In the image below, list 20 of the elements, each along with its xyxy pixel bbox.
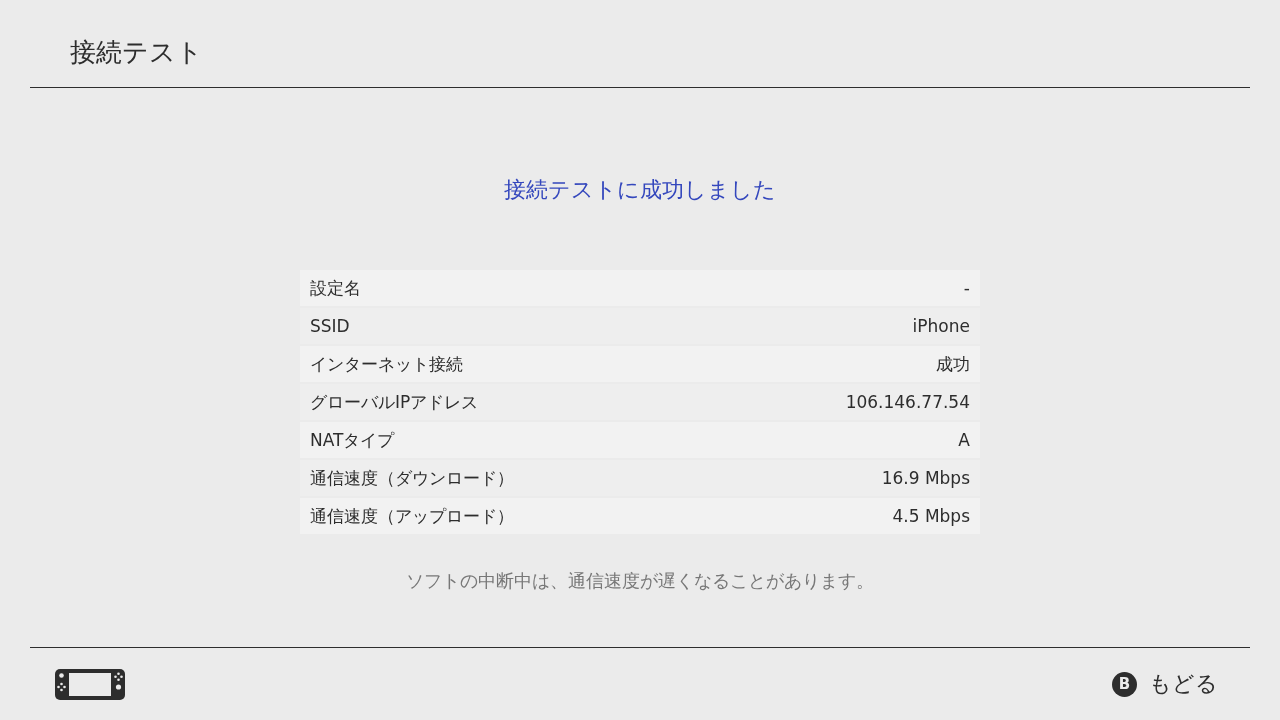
handheld-console-icon (55, 668, 125, 700)
info-value: - (963, 278, 970, 298)
info-label: 通信速度（ダウンロード） (310, 466, 514, 490)
info-value: 106.146.77.54 (845, 392, 970, 412)
info-label: インターネット接続 (310, 352, 463, 376)
key-badge: B (1112, 671, 1137, 697)
back-button[interactable]: B もどる (1112, 669, 1218, 699)
note-text: ソフトの中断中は、通信速度が遅くなることがあります。 (406, 569, 874, 593)
info-value: A (958, 430, 970, 450)
success-message: 接続テストに成功しました (504, 176, 776, 204)
info-value: iPhone (912, 316, 970, 336)
info-label: SSID (310, 316, 350, 336)
info-label: 通信速度（アップロード） (310, 504, 514, 528)
info-value: 4.5 Mbps (892, 506, 970, 526)
info-value: 16.9 Mbps (881, 468, 970, 488)
info-label: 設定名 (310, 276, 361, 300)
screen-title: 接続テスト (70, 35, 203, 69)
info-label: NATタイプ (310, 428, 395, 452)
info-value: 成功 (936, 352, 970, 376)
info-label: グローバルIPアドレス (310, 390, 479, 414)
